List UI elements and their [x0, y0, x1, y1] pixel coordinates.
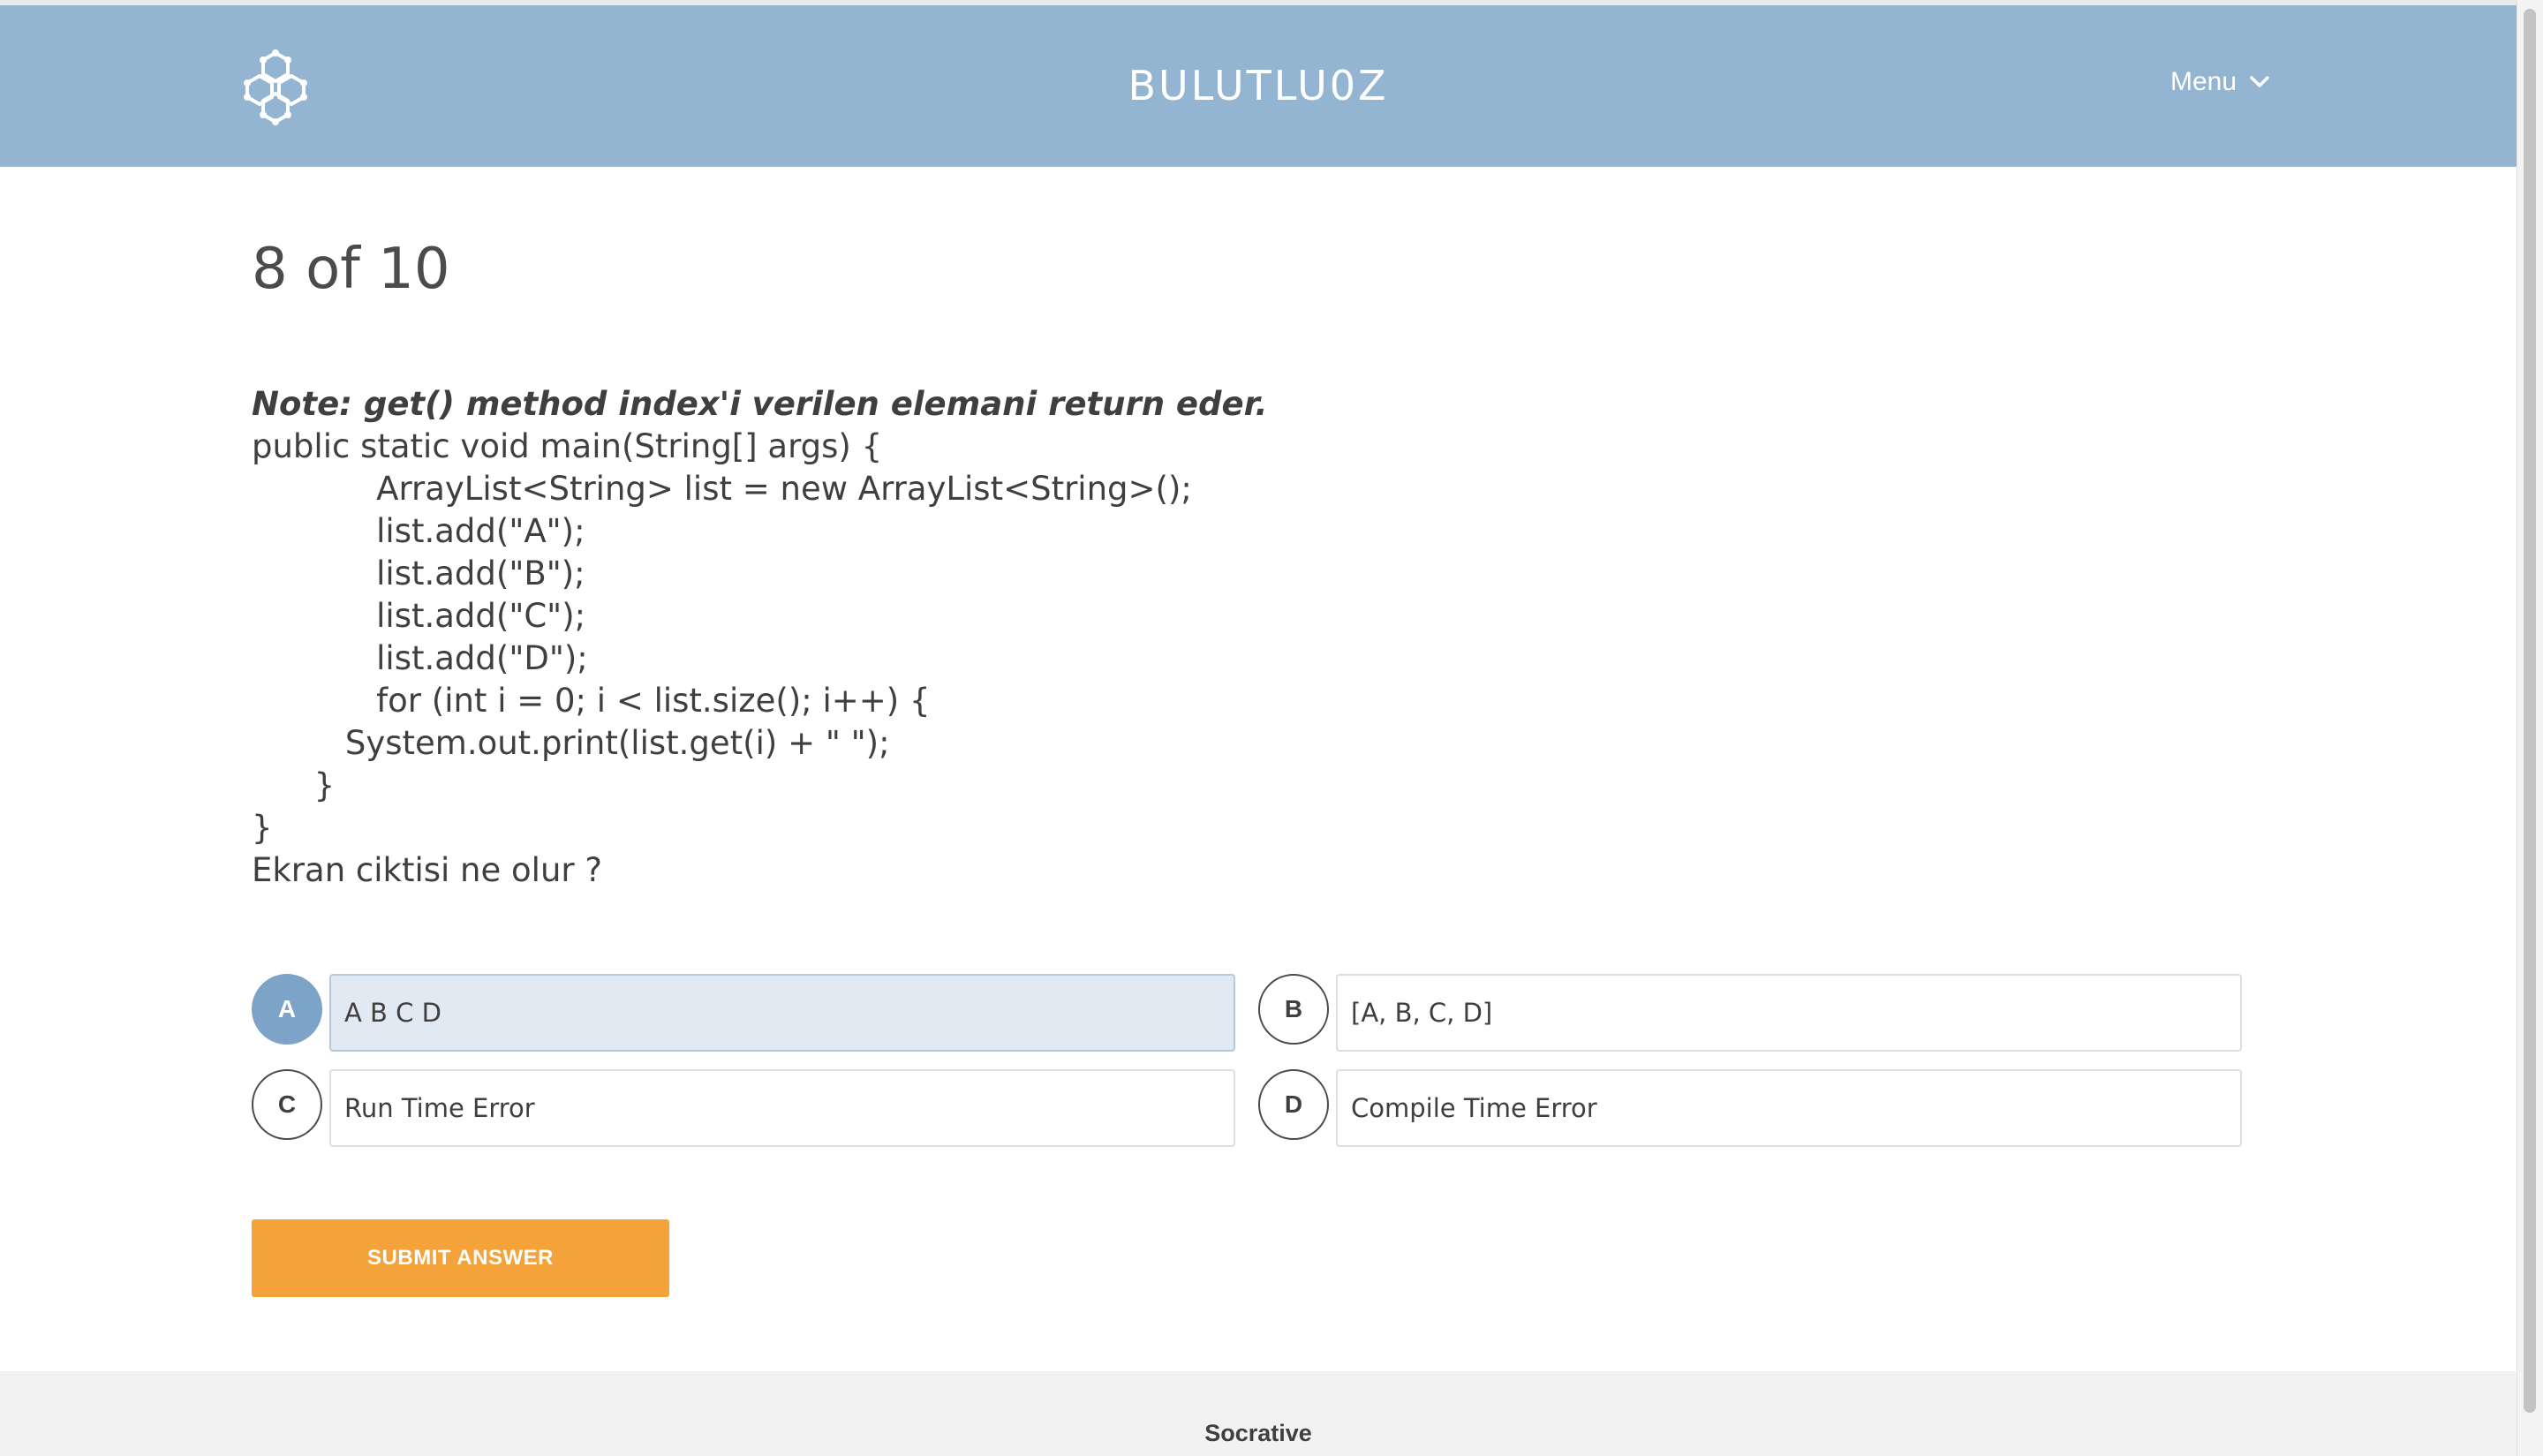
answer-letter-badge[interactable]: D: [1258, 1069, 1329, 1140]
answer-text-box[interactable]: [A, B, C, D]: [1336, 974, 2242, 1052]
app-header: BULUTLU0Z Menu: [0, 5, 2517, 167]
answer-letter-badge[interactable]: C: [252, 1069, 322, 1140]
question-line: list.add("B");: [252, 554, 585, 592]
answer-option-b[interactable]: B [A, B, C, D]: [1258, 974, 2245, 1053]
question-note: Note: get() method index'i verilen elema…: [252, 385, 1268, 423]
question-line: list.add("D");: [252, 639, 588, 677]
answer-option-a[interactable]: A A B C D: [252, 974, 1239, 1053]
page-scrollbar[interactable]: [2517, 0, 2543, 1456]
scrollbar-thumb[interactable]: [2524, 9, 2536, 1413]
question-progress: 8 of 10: [252, 237, 450, 302]
question-line: list.add("A");: [252, 512, 585, 550]
question-text: Note: get() method index'i verilen elema…: [252, 383, 2194, 892]
footer-brand[interactable]: Socrative: [0, 1420, 2517, 1447]
question-line: public static void main(String[] args) {: [252, 427, 883, 465]
question-line: }: [252, 809, 273, 847]
menu-label: Menu: [2170, 67, 2237, 96]
answer-letter-badge[interactable]: A: [252, 974, 322, 1045]
question-prompt: Ekran ciktisi ne olur ?: [252, 851, 603, 889]
question-line: }: [252, 766, 336, 804]
page-footer: Socrative: [0, 1371, 2517, 1456]
app-title: BULUTLU0Z: [1128, 62, 1389, 109]
answer-text-box[interactable]: Run Time Error: [329, 1069, 1235, 1147]
answer-text-box[interactable]: A B C D: [329, 974, 1235, 1052]
answer-text-box[interactable]: Compile Time Error: [1336, 1069, 2242, 1147]
answer-choices: A A B C D B [A, B, C, D] C Run Time Erro…: [252, 974, 2243, 1150]
question-line: list.add("C");: [252, 597, 586, 635]
submit-answer-button[interactable]: SUBMIT ANSWER: [252, 1219, 669, 1297]
answer-option-d[interactable]: D Compile Time Error: [1258, 1069, 2245, 1149]
question-line: System.out.print(list.get(i) + " ");: [252, 724, 890, 762]
menu-button[interactable]: Menu: [2170, 67, 2270, 97]
question-line: ArrayList<String> list = new ArrayList<S…: [252, 470, 1192, 508]
answer-letter-badge[interactable]: B: [1258, 974, 1329, 1045]
answer-option-c[interactable]: C Run Time Error: [252, 1069, 1239, 1149]
question-line: for (int i = 0; i < list.size(); i++) {: [252, 682, 931, 720]
chevron-down-icon: [2250, 76, 2269, 87]
